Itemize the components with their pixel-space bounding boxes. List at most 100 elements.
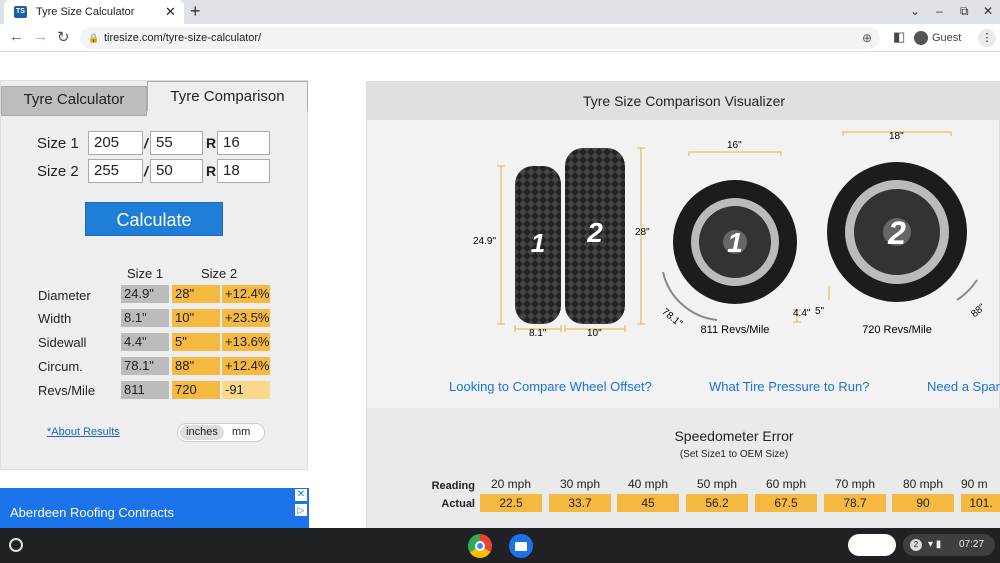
size1-aspect-input[interactable]: 55	[150, 131, 203, 155]
dia1-line	[497, 165, 505, 325]
row-label-sidewall: Sidewall	[38, 335, 87, 350]
circumference-diff: +12.4%	[222, 357, 270, 375]
tab-search-icon[interactable]: ⌄	[910, 4, 920, 18]
reading-cell: 40 mph	[627, 477, 669, 491]
column-header-size2: Size 2	[201, 266, 238, 281]
ad-text: Aberdeen Roofing Contracts	[10, 505, 175, 520]
circ1-label: 78.1"	[659, 306, 684, 330]
width-diff: +23.5%	[222, 309, 270, 327]
reading-cell: 50 mph	[696, 477, 738, 491]
unit-mm-option[interactable]: mm	[232, 425, 250, 440]
circ2-arc	[956, 279, 978, 301]
clock: 07:27	[959, 539, 985, 550]
size2-width-input[interactable]: 255	[88, 159, 143, 183]
rim-separator: R	[206, 163, 217, 179]
speedometer-section: Speedometer Error (Set Size1 to OEM Size…	[367, 408, 1000, 529]
calculate-button[interactable]: Calculate	[85, 202, 223, 236]
reading-label: Reading	[431, 480, 475, 492]
actual-cell: 56.2	[686, 494, 748, 512]
revs2-label: 720 Revs/Mile	[862, 324, 932, 336]
size1-width-input[interactable]: 205	[88, 131, 143, 155]
forward-icon[interactable]: →	[33, 28, 48, 45]
close-window-icon[interactable]: ✕	[983, 4, 993, 18]
address-bar[interactable]: 🔒 tiresize.com/tyre-size-calculator/ ⊕	[80, 27, 880, 49]
reading-cell: 30 mph	[559, 477, 601, 491]
sidewall-size2: 5"	[172, 333, 220, 351]
browser-toolbar: ← → ↻ 🔒 tiresize.com/tyre-size-calculato…	[0, 24, 1000, 52]
visualizer-panel: Tyre Size Comparison Visualizer 1 2 24.9…	[366, 81, 1000, 529]
tire1-side-number: 1	[531, 228, 545, 258]
circumference-size1: 78.1"	[121, 357, 169, 375]
diameter-size2: 28"	[172, 285, 220, 303]
reload-icon[interactable]: ↻	[57, 28, 70, 46]
reading-cell: 20 mph	[490, 477, 532, 491]
actual-label: Actual	[441, 498, 475, 510]
profile-button[interactable]: Guest	[914, 29, 968, 47]
tab-tyre-calculator[interactable]: Tyre Calculator	[1, 86, 147, 116]
sidewall-size1: 4.4"	[121, 333, 169, 351]
about-results-link[interactable]: *About Results	[47, 426, 120, 438]
rim1-line	[688, 151, 782, 156]
unit-inches-option[interactable]: inches	[180, 425, 224, 440]
restore-icon[interactable]: ⧉	[960, 4, 969, 19]
launcher-icon[interactable]	[9, 538, 23, 552]
ad-banner[interactable]: Aberdeen Roofing Contracts ✕ ▷	[0, 488, 309, 528]
lock-icon: 🔒	[88, 33, 100, 43]
back-icon[interactable]: ←	[9, 28, 24, 45]
side-panel-icon[interactable]: ◧	[893, 29, 905, 45]
speedometer-subtitle: (Set Size1 to OEM Size)	[679, 449, 789, 460]
size2-rim-input[interactable]: 18	[217, 159, 270, 183]
need-spare-link[interactable]: Need a Spar	[927, 379, 1000, 394]
tab-tyre-comparison[interactable]: Tyre Comparison	[147, 81, 308, 111]
minimize-icon[interactable]: –	[936, 4, 943, 18]
actual-cell: 101.	[961, 494, 1000, 512]
system-tray[interactable]: 2 ▾ ▮ 07:27	[903, 534, 995, 556]
site-favicon-icon: TS	[14, 6, 27, 18]
actual-cell: 45	[617, 494, 679, 512]
new-tab-icon[interactable]: +	[190, 1, 201, 22]
actual-cell: 90	[892, 494, 954, 512]
compare-wheel-offset-link[interactable]: Looking to Compare Wheel Offset?	[449, 379, 652, 394]
wifi-battery-icon: ▾ ▮	[928, 539, 942, 550]
side2-label: 5"	[815, 306, 825, 317]
width2-label: 10"	[587, 328, 602, 339]
close-tab-icon[interactable]: ✕	[165, 4, 176, 20]
revs-size1: 811	[121, 381, 169, 399]
browser-tab[interactable]: TS Tyre Size Calculator ✕	[4, 0, 184, 24]
os-taskbar: 2 ▾ ▮ 07:27	[0, 528, 1000, 563]
ad-choices-icon[interactable]: ▷	[295, 504, 307, 516]
diameter-diff: +12.4%	[222, 285, 270, 303]
holding-space-thumbnail[interactable]	[848, 534, 896, 556]
avatar	[914, 31, 928, 46]
zoom-icon[interactable]: ⊕	[862, 27, 872, 49]
chrome-app-icon[interactable]	[468, 534, 492, 558]
width1-label: 8.1"	[529, 328, 547, 339]
unit-toggle[interactable]: inches mm	[177, 423, 265, 442]
rim1-label: 16"	[727, 140, 742, 151]
reading-cell: 70 mph	[834, 477, 876, 491]
circumference-size2: 88"	[172, 357, 220, 375]
tyre-visualizer-graphic: 1 2 24.9" 28" 8.1" 10" 1 16" 78.1" 4.4" …	[473, 131, 988, 339]
row-label-width: Width	[38, 311, 72, 326]
reading-cell: 80 mph	[902, 477, 944, 491]
notification-count-badge: 2	[910, 539, 922, 551]
rim2-label: 18"	[889, 131, 904, 142]
revs-size2: 720	[172, 381, 220, 399]
size2-aspect-input[interactable]: 50	[150, 159, 203, 183]
tire-pressure-link[interactable]: What Tire Pressure to Run?	[709, 379, 869, 394]
width-size1: 8.1"	[121, 309, 169, 327]
actual-cell: 33.7	[549, 494, 611, 512]
revs1-label: 811 Revs/Mile	[701, 324, 770, 336]
visualizer-title: Tyre Size Comparison Visualizer	[367, 82, 1000, 120]
calculator-panel: Tyre Calculator Tyre Comparison Size 1 2…	[0, 80, 308, 470]
tab-title: Tyre Size Calculator	[36, 6, 135, 18]
width-size2: 10"	[172, 309, 220, 327]
files-app-icon[interactable]	[509, 534, 533, 558]
slash-separator: /	[144, 135, 148, 151]
side1-label: 4.4"	[793, 308, 811, 319]
profile-label: Guest	[932, 32, 962, 44]
size1-rim-input[interactable]: 16	[217, 131, 270, 155]
ad-close-icon[interactable]: ✕	[295, 489, 307, 501]
menu-icon[interactable]: ⋮	[978, 29, 996, 47]
dia2-label: 28"	[635, 227, 650, 238]
